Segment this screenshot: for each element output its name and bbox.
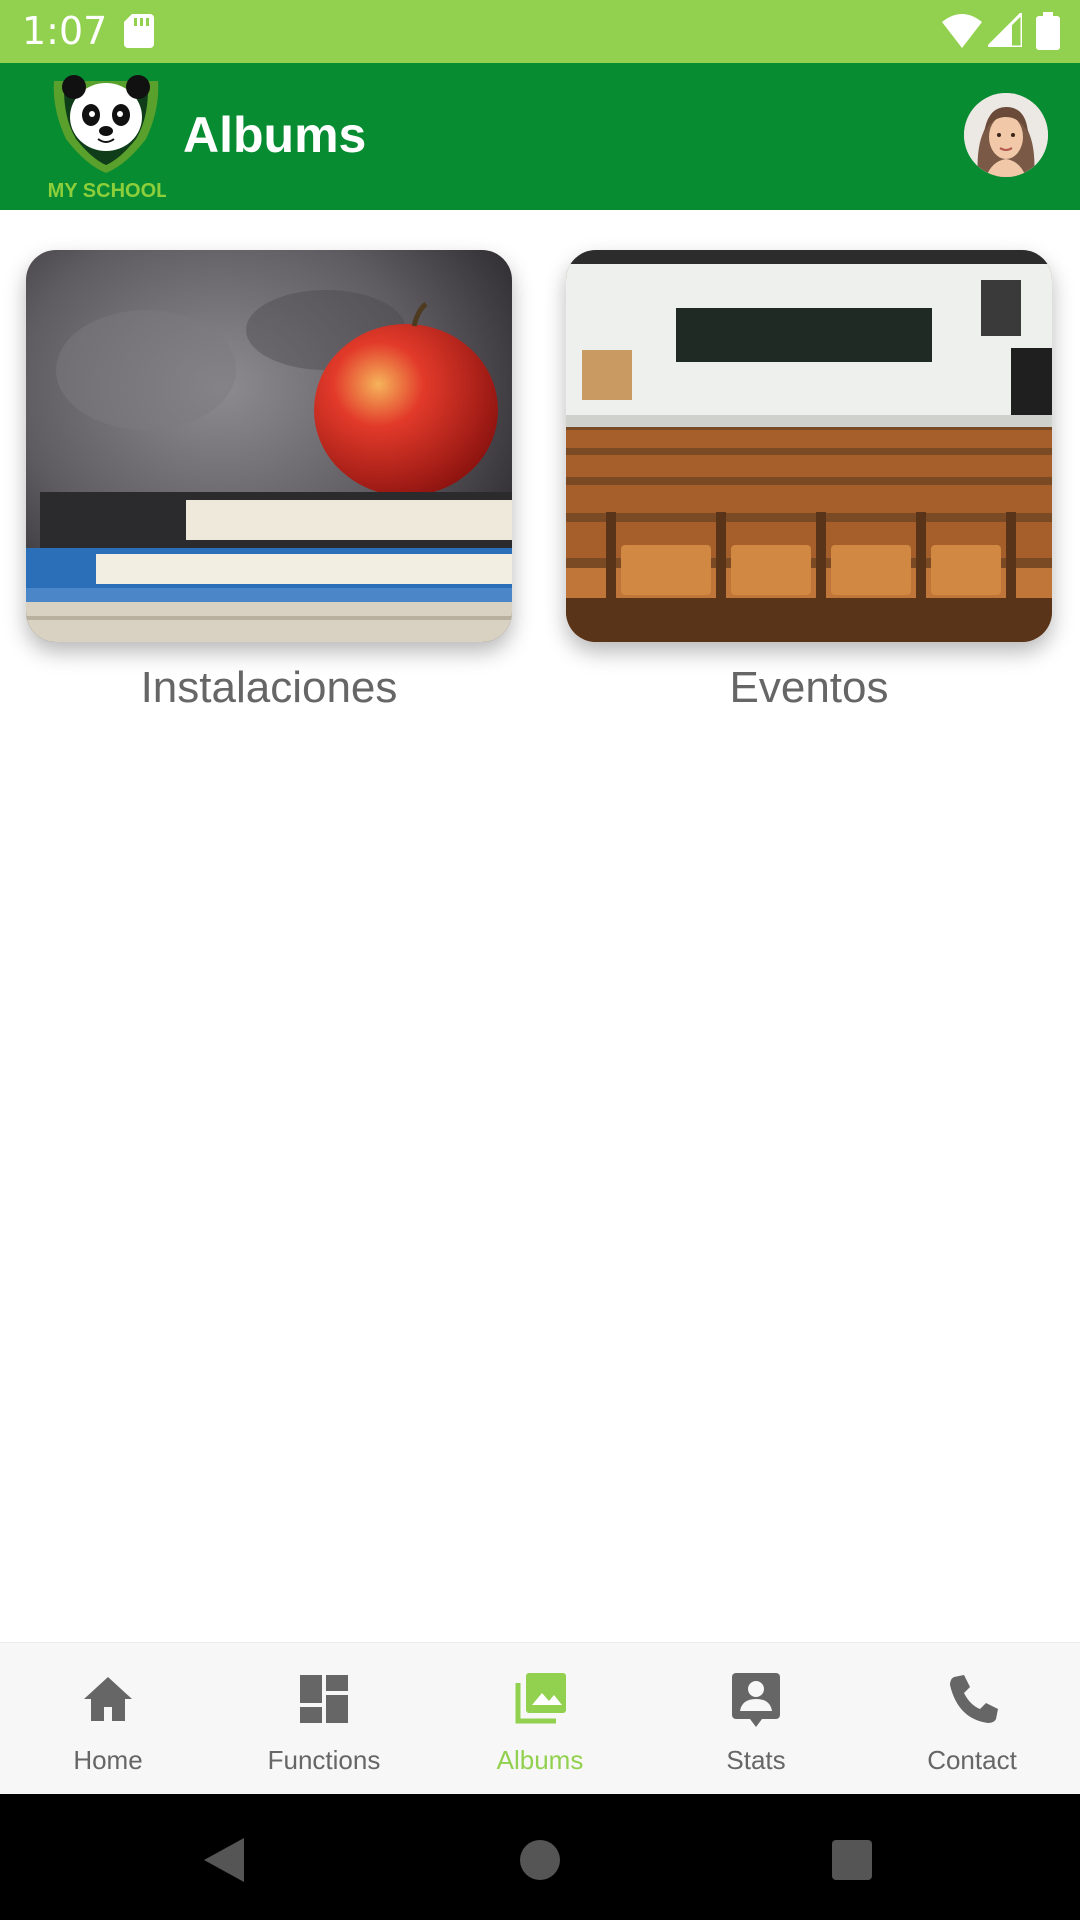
nav-label-functions: Functions	[267, 1745, 381, 1775]
system-navigation-bar	[0, 1794, 1080, 1920]
album-card-instalaciones[interactable]	[26, 250, 512, 642]
nav-item-contact[interactable]: Contact	[864, 1643, 1080, 1795]
nav-item-functions[interactable]: Functions	[216, 1643, 432, 1795]
nav-label-stats: Stats	[726, 1745, 786, 1775]
app-bar: MY SCHOOL Albums	[0, 63, 1080, 210]
logo-text: MY SCHOOL	[48, 180, 166, 202]
nav-label-albums: Albums	[496, 1745, 584, 1775]
user-avatar[interactable]	[964, 93, 1048, 177]
bottom-navigation: Home Functions Albums Stats Contact	[0, 1642, 1080, 1795]
sd-card-icon	[124, 14, 154, 48]
back-icon[interactable]	[194, 1830, 254, 1890]
recents-icon[interactable]	[822, 1830, 882, 1890]
account-box-icon	[732, 1673, 780, 1727]
home-button-icon[interactable]	[510, 1830, 570, 1890]
album-label-instalaciones: Instalaciones	[140, 663, 398, 712]
status-bar: 1:07	[0, 0, 1080, 63]
battery-icon	[1036, 12, 1060, 50]
photo-album-icon	[515, 1673, 566, 1724]
page-title: Albums	[183, 107, 367, 163]
album-image-lecture-hall	[566, 250, 1052, 642]
avatar-image	[964, 93, 1048, 177]
nav-label-home: Home	[73, 1745, 143, 1775]
signal-icon	[988, 13, 1022, 47]
album-card-eventos[interactable]	[566, 250, 1052, 642]
nav-item-stats[interactable]: Stats	[648, 1643, 864, 1795]
status-time: 1:07	[22, 9, 108, 53]
dashboard-icon	[300, 1675, 348, 1723]
home-icon	[84, 1677, 132, 1721]
nav-item-home[interactable]: Home	[0, 1643, 216, 1795]
wifi-icon	[942, 14, 982, 48]
nav-label-contact: Contact	[927, 1745, 1017, 1775]
nav-item-albums[interactable]: Albums	[432, 1643, 648, 1795]
app-logo: MY SCHOOL	[48, 75, 166, 202]
album-image-apple-books	[26, 250, 512, 642]
phone-icon	[950, 1675, 998, 1723]
album-label-eventos: Eventos	[729, 663, 889, 712]
